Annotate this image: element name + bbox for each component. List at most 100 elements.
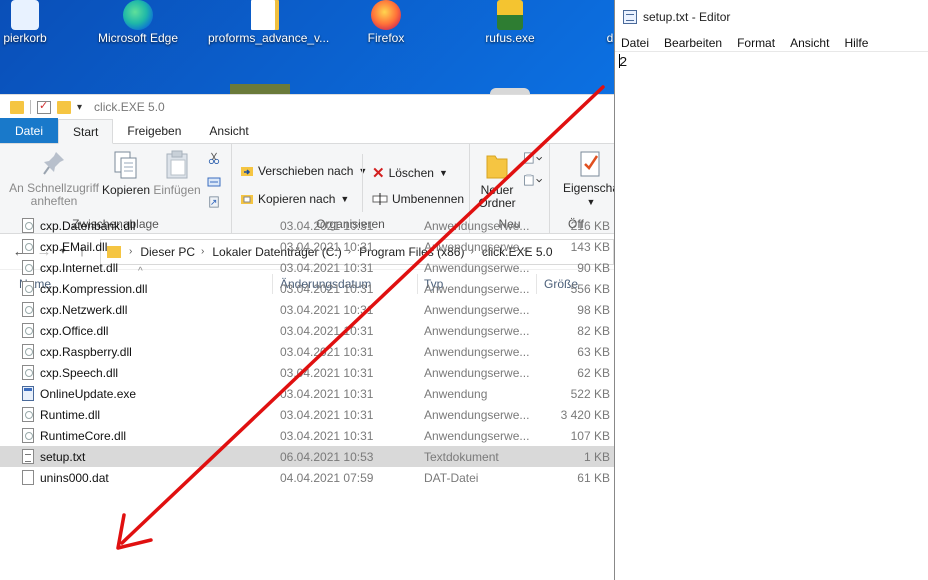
file-name: Runtime.dll — [40, 408, 101, 422]
desktop-icon-rufus[interactable]: rufus.exe — [455, 0, 565, 90]
file-row[interactable]: unins000.dat 04.04.2021 07:59 DAT-Datei 61 … — [0, 467, 614, 488]
notepad-text-area[interactable]: 2 — [615, 52, 928, 73]
new-folder-icon — [486, 155, 508, 179]
file-size: 107 KB — [570, 429, 610, 443]
file-type: Anwendungserwe... — [424, 303, 530, 317]
desktop-partial-icon — [230, 84, 290, 94]
file-type: Anwendungserwe... — [424, 219, 530, 233]
file-row[interactable]: cxp.EMail.dll 03.04.2021 10:31 Anwendungse… — [0, 236, 614, 257]
file-name: setup.txt — [40, 450, 86, 464]
customize-quick-access-icon[interactable]: ▾ — [77, 102, 82, 113]
pin-quick-access-button[interactable]: An Schnellzugriff anheften — [6, 150, 102, 208]
file-type: Anwendungserwe... — [424, 324, 530, 338]
desktop-icon-proforms[interactable]: proforms_advance_v... — [208, 0, 329, 90]
easy-access-icon[interactable] — [522, 174, 546, 186]
copy-icon — [114, 151, 137, 179]
file-name: cxp.Office.dll — [40, 324, 109, 338]
file-icon — [22, 344, 34, 359]
file-icon — [22, 365, 34, 380]
file-date: 03.04.2021 10:31 — [280, 429, 374, 443]
desktop-icon-firefox[interactable]: Firefox — [331, 0, 441, 90]
properties-label: Eigenscha — [562, 181, 620, 195]
file-type: Anwendungserwe... — [424, 240, 530, 254]
file-size: 61 KB — [577, 471, 610, 485]
file-date: 03.04.2021 10:31 — [280, 366, 374, 380]
menu-help[interactable]: Hilfe — [844, 36, 868, 50]
desktop-icon-label: Firefox — [367, 31, 405, 45]
usb-icon — [497, 0, 523, 30]
file-icon — [22, 218, 34, 233]
rename-label: Umbenennen — [392, 192, 465, 206]
notepad-menubar: Datei Bearbeiten Format Ansicht Hilfe — [615, 34, 928, 52]
notepad-title: setup.txt - Editor — [643, 10, 731, 24]
file-icon — [22, 260, 34, 275]
file-row[interactable]: Runtime.dll 03.04.2021 10:31 Anwendungserw… — [0, 404, 614, 425]
file-icon — [22, 239, 34, 254]
file-row[interactable]: cxp.Raspberry.dll 03.04.2021 10:31 Anwendu… — [0, 341, 614, 362]
file-type: Anwendungserwe... — [424, 261, 530, 275]
cut-icon[interactable] — [207, 152, 221, 164]
file-type: Anwendungserwe... — [424, 429, 530, 443]
tab-file[interactable]: Datei — [0, 118, 59, 143]
chevron-down-icon: ▼ — [340, 194, 350, 204]
copy-button[interactable]: Kopieren — [102, 150, 150, 197]
copy-to-button[interactable]: Kopieren nach ▼ — [240, 192, 349, 206]
file-size: 216 KB — [570, 219, 610, 233]
desktop-icon-recycle-bin[interactable]: pierkorb — [0, 0, 80, 90]
file-size: 90 KB — [577, 261, 610, 275]
new-folder-button[interactable]: Neuer Ordner — [472, 150, 522, 210]
file-row[interactable]: cxp.Speech.dll 03.04.2021 10:31 Anwendungs… — [0, 362, 614, 383]
move-to-label: Verschieben nach — [258, 164, 354, 178]
folder-icon — [10, 100, 24, 114]
file-row[interactable]: cxp.Office.dll 03.04.2021 10:31 Anwendungs… — [0, 320, 614, 341]
file-row[interactable]: cxp.Internet.dll 03.04.2021 10:31 Anwendun… — [0, 257, 614, 278]
file-row[interactable]: cxp.Datenbank.dll 03.04.2021 10:31 Anwendu… — [0, 215, 614, 236]
file-date: 03.04.2021 10:31 — [280, 282, 374, 296]
notepad-titlebar: setup.txt - Editor — [615, 0, 928, 34]
copy-path-icon[interactable] — [207, 176, 221, 188]
new-item-icon[interactable] — [522, 152, 546, 164]
file-row[interactable]: cxp.Netzwerk.dll 03.04.2021 10:31 Anwendun… — [0, 299, 614, 320]
file-date: 03.04.2021 10:31 — [280, 345, 374, 359]
file-date: 06.04.2021 10:53 — [280, 450, 374, 464]
tab-view[interactable]: Ansicht — [195, 118, 262, 143]
copy-to-icon — [241, 195, 253, 204]
desktop-icon-label: Microsoft Edge — [97, 31, 179, 45]
desktop-icon-label: pierkorb — [3, 31, 47, 45]
paste-button[interactable]: Einfügen — [152, 150, 202, 197]
delete-button[interactable]: ✕ Löschen ▼ — [372, 164, 448, 182]
menu-edit[interactable]: Bearbeiten — [664, 36, 722, 50]
tab-share[interactable]: Freigeben — [113, 118, 195, 143]
file-size: 63 KB — [577, 345, 610, 359]
paste-shortcut-icon[interactable] — [207, 196, 221, 208]
file-name: cxp.EMail.dll — [40, 240, 108, 254]
text-file-icon — [22, 449, 34, 464]
rename-button[interactable]: Umbenennen — [372, 192, 464, 206]
file-row[interactable]: RuntimeCore.dll 03.04.2021 10:31 Anwendung… — [0, 425, 614, 446]
rename-icon — [372, 193, 388, 205]
file-type: Anwendungserwe... — [424, 345, 530, 359]
file-date: 03.04.2021 10:31 — [280, 219, 374, 233]
file-name: cxp.Speech.dll — [40, 366, 119, 380]
pin-label-line2: anheften — [30, 194, 78, 208]
copy-to-label: Kopieren nach — [258, 192, 336, 206]
file-list: cxp.Datenbank.dll 03.04.2021 10:31 Anwendu… — [0, 215, 614, 488]
file-row[interactable]: setup.txt 06.04.2021 10:53 Textdokument 1 K… — [0, 446, 614, 467]
file-row[interactable]: OnlineUpdate.exe 03.04.2021 10:31 Anwendun… — [0, 383, 614, 404]
menu-file[interactable]: Datei — [621, 36, 649, 50]
pin-icon — [43, 152, 64, 175]
new-folder-icon[interactable] — [57, 100, 71, 114]
menu-view[interactable]: Ansicht — [790, 36, 829, 50]
menu-format[interactable]: Format — [737, 36, 775, 50]
file-date: 03.04.2021 10:31 — [280, 240, 374, 254]
file-type: Anwendungserwe... — [424, 366, 530, 380]
file-date: 03.04.2021 10:31 — [280, 387, 374, 401]
notepad-window: setup.txt - Editor Datei Bearbeiten Form… — [614, 0, 928, 580]
properties-check-icon[interactable] — [37, 99, 51, 114]
pin-label-line1: An Schnellzugriff — [9, 181, 99, 195]
file-row[interactable]: cxp.Kompression.dll 03.04.2021 10:31 Anwen… — [0, 278, 614, 299]
move-to-button[interactable]: Verschieben nach ▼ — [240, 164, 367, 178]
tab-start[interactable]: Start — [58, 119, 114, 144]
desktop-icon-edge[interactable]: Microsoft Edge — [83, 0, 193, 90]
file-size: 98 KB — [577, 303, 610, 317]
